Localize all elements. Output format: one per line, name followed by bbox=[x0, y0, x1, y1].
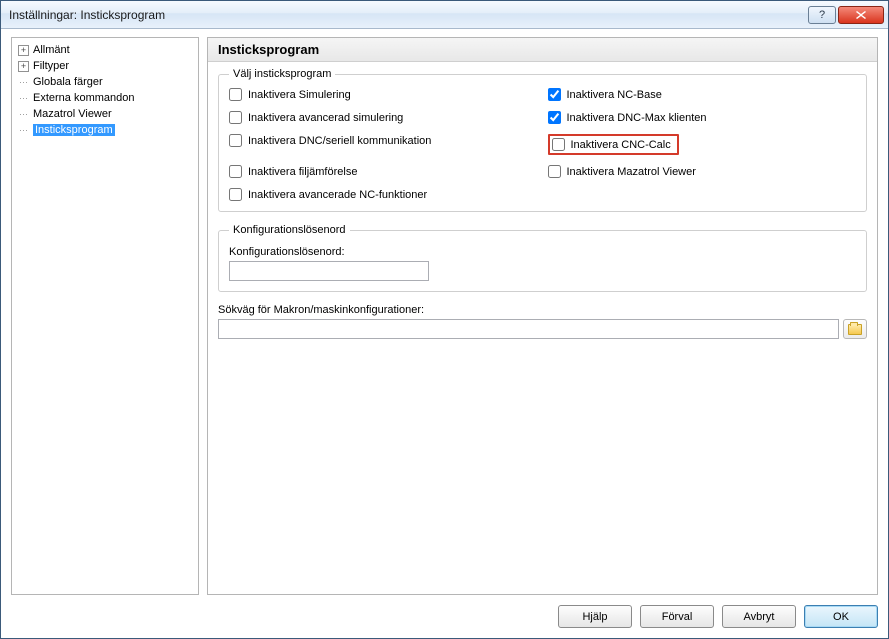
tree-leaf-icon: ⋯ bbox=[18, 93, 29, 104]
checkbox-input[interactable] bbox=[552, 138, 565, 151]
plugin-checkbox[interactable]: Inaktivera avancerade NC-funktioner bbox=[229, 188, 538, 201]
tree-item[interactable]: + Allmänt bbox=[14, 42, 196, 58]
tree-leaf-icon: ⋯ bbox=[18, 125, 29, 136]
expand-icon[interactable]: + bbox=[18, 61, 29, 72]
group-macro-path: Sökväg för Makron/maskinkonfigurationer: bbox=[218, 304, 867, 339]
plugin-checkbox[interactable]: Inaktivera DNC/seriell kommunikation bbox=[229, 134, 538, 147]
tree-item-label: Externa kommandon bbox=[33, 92, 135, 104]
plugin-checkbox[interactable]: Inaktivera filjämförelse bbox=[229, 165, 538, 178]
checkbox-label: Inaktivera avancerade NC-funktioner bbox=[248, 189, 427, 201]
category-tree[interactable]: + Allmänt + Filtyper ⋯ Globala färger ⋯ Externa… bbox=[11, 37, 199, 595]
checkbox-input[interactable] bbox=[229, 88, 242, 101]
config-password-input[interactable] bbox=[229, 261, 429, 281]
tree-item[interactable]: ⋯ Mazatrol Viewer bbox=[14, 106, 196, 122]
plugin-checkbox[interactable]: Inaktivera avancerad simulering bbox=[229, 111, 538, 124]
checkbox-input[interactable] bbox=[229, 188, 242, 201]
group-select-plugins: Välj insticksprogram Inaktivera Simuleri… bbox=[218, 68, 867, 212]
checkbox-label: Inaktivera avancerad simulering bbox=[248, 112, 403, 124]
content-body: Välj insticksprogram Inaktivera Simuleri… bbox=[208, 62, 877, 594]
tree-item[interactable]: ⋯ Globala färger bbox=[14, 74, 196, 90]
tree-leaf-icon: ⋯ bbox=[18, 109, 29, 120]
group-password-legend: Konfigurationslösenord bbox=[229, 224, 350, 236]
macro-path-input[interactable] bbox=[218, 319, 839, 339]
checkbox-input[interactable] bbox=[548, 165, 561, 178]
checkbox-input[interactable] bbox=[229, 111, 242, 124]
cancel-button[interactable]: Avbryt bbox=[722, 605, 796, 628]
plugin-checkbox[interactable]: Inaktivera Simulering bbox=[229, 88, 538, 101]
plugin-checkbox[interactable]: Inaktivera Mazatrol Viewer bbox=[548, 165, 857, 178]
checkbox-label: Inaktivera NC-Base bbox=[567, 89, 662, 101]
plugin-checkbox[interactable]: Inaktivera DNC-Max klienten bbox=[548, 111, 857, 124]
checkbox-label: Inaktivera CNC-Calc bbox=[571, 139, 671, 151]
defaults-button[interactable]: Förval bbox=[640, 605, 714, 628]
tree-item-label: Globala färger bbox=[33, 76, 103, 88]
ok-button[interactable]: OK bbox=[804, 605, 878, 628]
tree-leaf-icon: ⋯ bbox=[18, 77, 29, 88]
tree-item-label: Allmänt bbox=[33, 44, 70, 56]
group-config-password: Konfigurationslösenord Konfigurationslös… bbox=[218, 224, 867, 292]
group-select-legend: Välj insticksprogram bbox=[229, 68, 335, 80]
tree-item[interactable]: + Filtyper bbox=[14, 58, 196, 74]
plugin-checkbox[interactable]: Inaktivera NC-Base bbox=[548, 88, 857, 101]
checkbox-input[interactable] bbox=[548, 88, 561, 101]
tree-item[interactable]: ⋯ Insticksprogram bbox=[14, 122, 196, 138]
checkbox-label: Inaktivera Mazatrol Viewer bbox=[567, 166, 696, 178]
help-button[interactable]: Hjälp bbox=[558, 605, 632, 628]
checkbox-label: Inaktivera filjämförelse bbox=[248, 166, 357, 178]
tree-item[interactable]: ⋯ Externa kommandon bbox=[14, 90, 196, 106]
titlebar: Inställningar: Insticksprogram ? bbox=[1, 1, 888, 29]
settings-dialog: Inställningar: Insticksprogram ? + Allmän… bbox=[0, 0, 889, 639]
checkbox-label: Inaktivera Simulering bbox=[248, 89, 351, 101]
content-panel: Insticksprogram Välj insticksprogram Ina… bbox=[207, 37, 878, 595]
highlighted-option: Inaktivera CNC-Calc bbox=[548, 134, 679, 155]
window-buttons: ? bbox=[806, 6, 884, 24]
close-window-button[interactable] bbox=[838, 6, 884, 24]
folder-icon bbox=[848, 324, 862, 335]
tree-item-label: Mazatrol Viewer bbox=[33, 108, 112, 120]
content-heading: Insticksprogram bbox=[208, 38, 877, 62]
client-area: + Allmänt + Filtyper ⋯ Globala färger ⋯ Externa… bbox=[1, 29, 888, 638]
plugin-checkbox-grid: Inaktivera Simulering Inaktivera NC-Base I… bbox=[229, 88, 856, 201]
plugin-checkbox[interactable]: Inaktivera CNC-Calc bbox=[552, 138, 671, 151]
help-window-button[interactable]: ? bbox=[808, 6, 836, 24]
browse-folder-button[interactable] bbox=[843, 319, 867, 339]
tree-item-label: Filtyper bbox=[33, 60, 69, 72]
checkbox-label: Inaktivera DNC-Max klienten bbox=[567, 112, 707, 124]
password-field-label: Konfigurationslösenord: bbox=[229, 246, 856, 258]
checkbox-label: Inaktivera DNC/seriell kommunikation bbox=[248, 135, 431, 147]
window-title: Inställningar: Insticksprogram bbox=[9, 8, 806, 22]
checkbox-input[interactable] bbox=[229, 134, 242, 147]
checkbox-input[interactable] bbox=[548, 111, 561, 124]
tree-item-label: Insticksprogram bbox=[33, 124, 115, 136]
macro-path-label: Sökväg för Makron/maskinkonfigurationer: bbox=[218, 304, 867, 316]
expand-icon[interactable]: + bbox=[18, 45, 29, 56]
dialog-footer: Hjälp Förval Avbryt OK bbox=[11, 595, 878, 628]
checkbox-input[interactable] bbox=[229, 165, 242, 178]
